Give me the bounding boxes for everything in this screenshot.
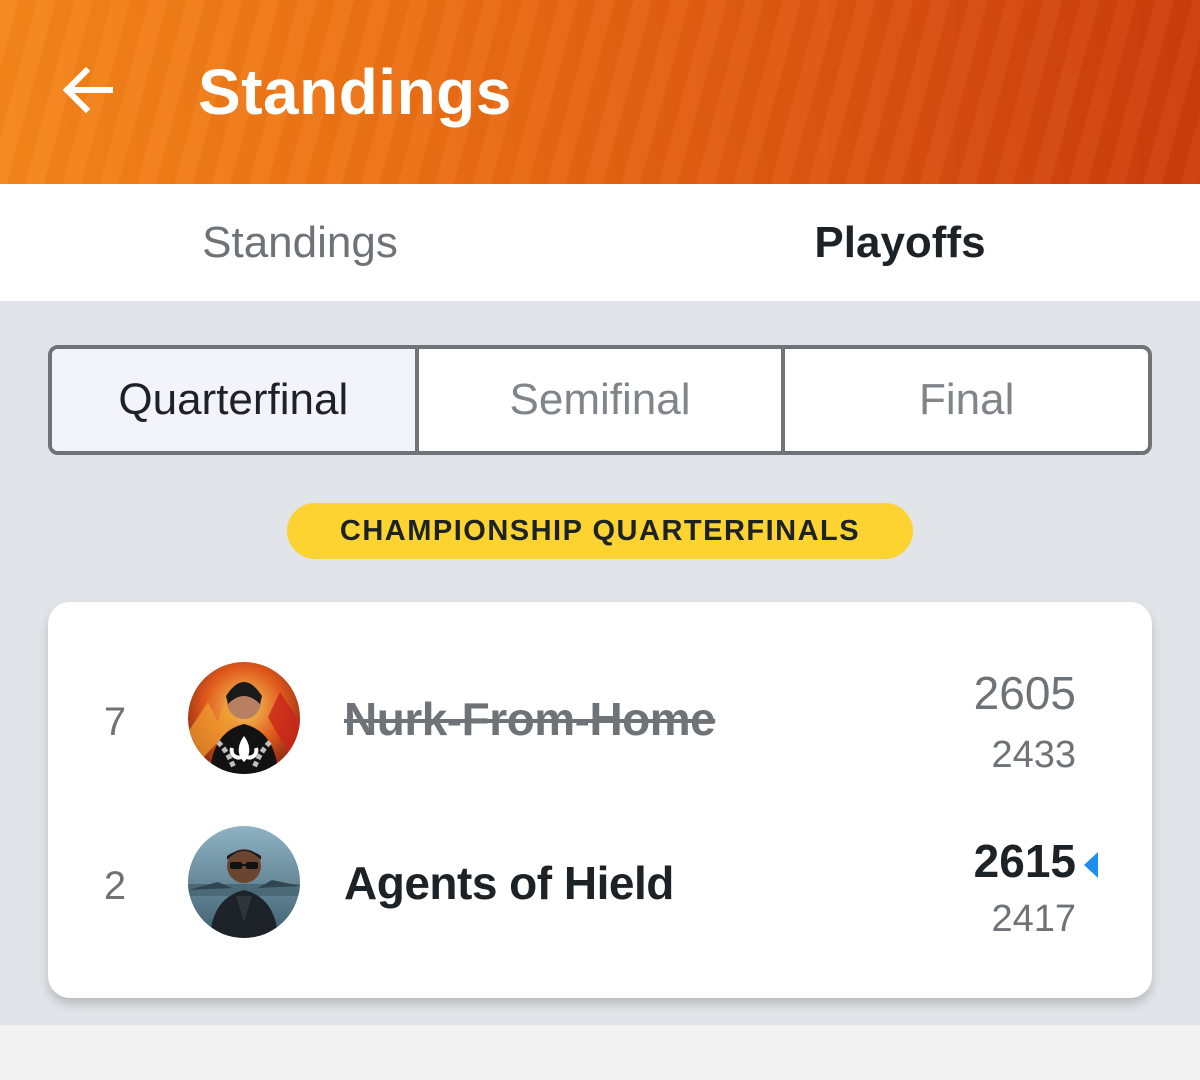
app-header: Standings <box>0 0 1200 184</box>
matchup-team-row: 2 Agents of Hield 2615 2417 <box>48 826 1152 946</box>
team-name: Nurk-From-Home <box>344 693 716 745</box>
tab-playoffs[interactable]: Playoffs <box>600 184 1200 301</box>
tab-standings[interactable]: Standings <box>0 184 600 301</box>
top-tab-bar: Standings Playoffs <box>0 184 1200 301</box>
round-badge: CHAMPIONSHIP QUARTERFINALS <box>287 503 913 559</box>
round-option-semifinal[interactable]: Semifinal <box>414 349 782 451</box>
round-option-quarterfinal[interactable]: Quarterfinal <box>52 349 415 451</box>
round-option-final[interactable]: Final <box>781 349 1148 451</box>
team-seed: 2 <box>103 864 127 908</box>
team-avatar <box>188 826 300 938</box>
team-score: 2605 <box>973 667 1076 719</box>
bottom-background <box>0 1025 1200 1080</box>
matchup-team-row: 7 Nurk-From-Home 2605 2433 <box>48 662 1152 782</box>
team-avatar <box>188 662 300 774</box>
playoffs-content: Quarterfinal Semifinal Final CHAMPIONSHI… <box>0 301 1200 1025</box>
team-projected-score: 2417 <box>991 898 1076 940</box>
team-projected-score: 2433 <box>991 734 1076 776</box>
arrow-left-icon <box>62 66 113 114</box>
team-name: Agents of Hield <box>344 857 674 909</box>
team-score: 2615 <box>973 835 1076 887</box>
team-seed: 7 <box>103 700 127 744</box>
round-selector: Quarterfinal Semifinal Final <box>48 345 1152 455</box>
winner-marker-icon <box>1084 852 1098 878</box>
back-button[interactable] <box>50 52 126 128</box>
matchup-card[interactable]: 7 Nurk-From-Home 2605 2433 2 Agents of H… <box>48 602 1152 998</box>
page-title: Standings <box>198 56 512 128</box>
